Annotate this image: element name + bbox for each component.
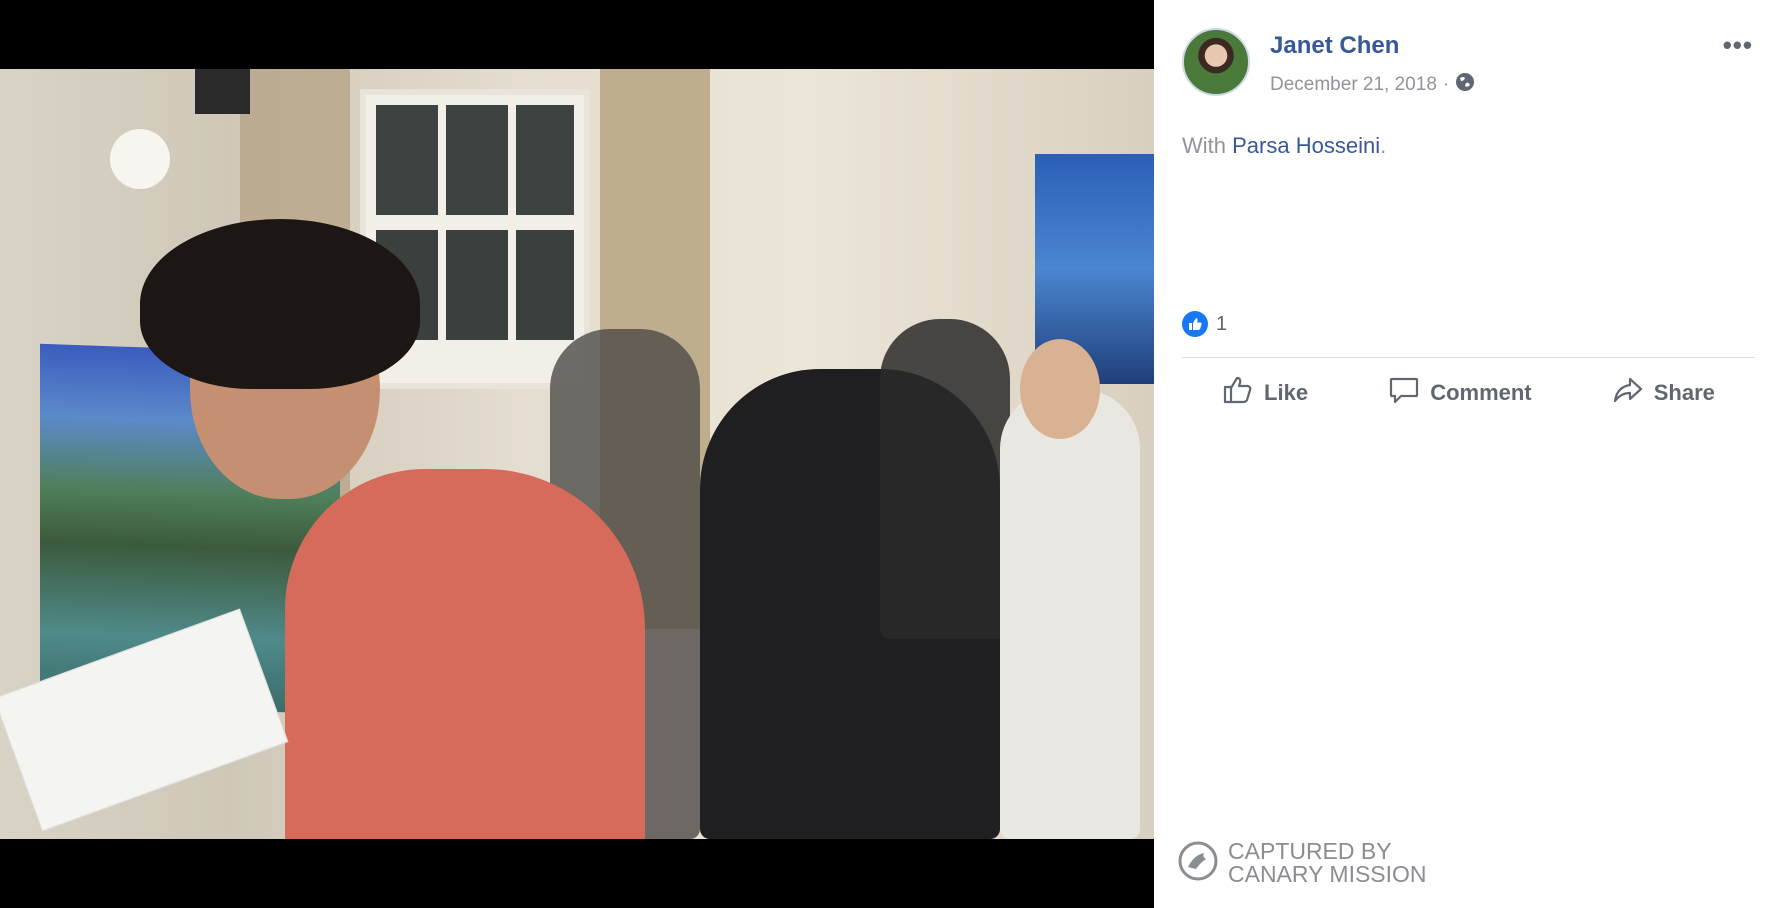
post-photo[interactable] — [0, 69, 1154, 839]
caption-suffix: . — [1380, 133, 1387, 158]
photo-viewer — [0, 0, 1154, 908]
comment-button[interactable]: Comment — [1388, 374, 1532, 412]
man-hair — [140, 219, 420, 389]
post-meta: December 21, 2018 · — [1270, 72, 1475, 98]
canary-logo-icon — [1178, 841, 1218, 886]
speaker — [195, 69, 250, 114]
like-label: Like — [1264, 380, 1309, 405]
post-date[interactable]: December 21, 2018 — [1270, 74, 1437, 96]
divider — [1182, 357, 1755, 358]
like-button[interactable]: Like — [1222, 374, 1308, 412]
wall-lamp — [110, 129, 170, 189]
meta-separator: · — [1442, 74, 1450, 95]
more-options-button[interactable]: ••• — [1723, 30, 1753, 61]
action-bar: Like Comment Share — [1182, 368, 1755, 418]
reaction-count: 1 — [1216, 312, 1228, 335]
watermark-line1: CAPTURED BY — [1228, 838, 1392, 864]
avatar[interactable] — [1182, 28, 1250, 96]
like-reaction-icon — [1182, 311, 1208, 337]
comment-icon — [1388, 374, 1420, 412]
post-panel: Janet Chen December 21, 2018 · ••• With … — [1154, 0, 1779, 908]
comment-label: Comment — [1430, 380, 1532, 405]
author-name[interactable]: Janet Chen — [1270, 32, 1399, 60]
thumbs-up-icon — [1222, 374, 1254, 412]
person-bg-3 — [880, 319, 1010, 639]
person-bg-4 — [1000, 389, 1140, 839]
watermark-line2: CANARY MISSION — [1228, 861, 1427, 887]
face-bg-4 — [1020, 339, 1100, 439]
globe-icon[interactable] — [1455, 72, 1475, 98]
caption-prefix: With — [1182, 133, 1226, 158]
reactions-summary[interactable]: 1 — [1182, 311, 1227, 337]
man-shirt — [285, 469, 645, 839]
share-icon — [1612, 374, 1644, 412]
share-label: Share — [1653, 380, 1715, 405]
share-button[interactable]: Share — [1612, 374, 1715, 412]
watermark-text: CAPTURED BY CANARY MISSION — [1228, 840, 1427, 886]
watermark: CAPTURED BY CANARY MISSION — [1178, 840, 1427, 886]
tagged-person-link[interactable]: Parsa Hosseini — [1232, 133, 1380, 158]
post-caption: With Parsa Hosseini. — [1182, 133, 1386, 159]
